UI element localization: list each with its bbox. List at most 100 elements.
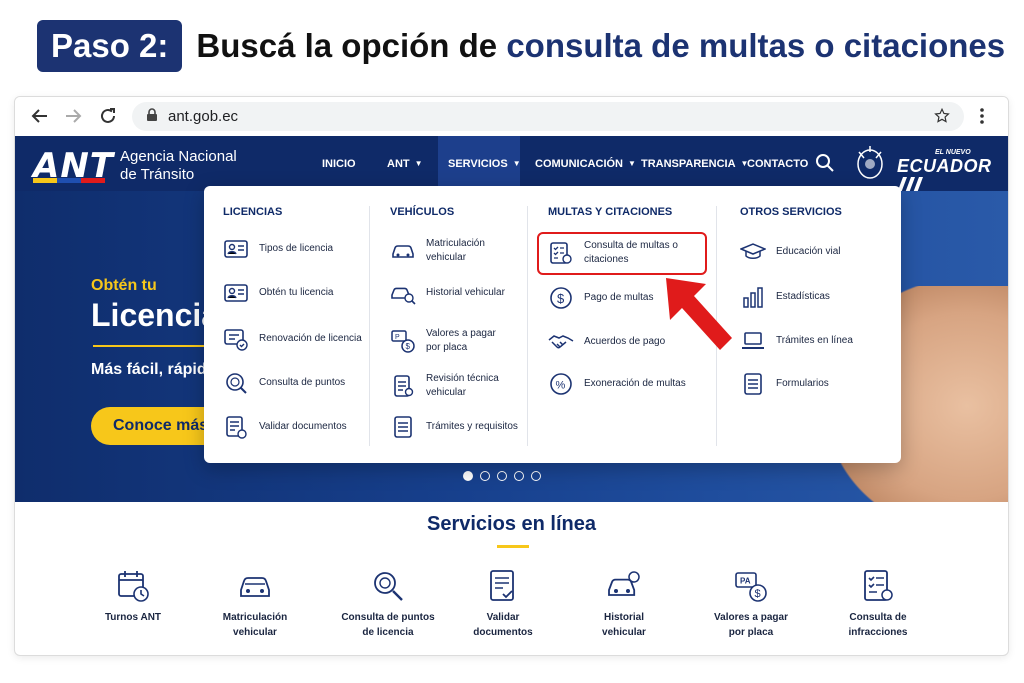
calendar-clock-icon — [118, 571, 149, 602]
bookmark-star-icon[interactable] — [931, 105, 953, 127]
back-icon[interactable] — [29, 105, 51, 127]
points-search-icon — [226, 373, 247, 394]
hero-subtitle: Obtén tu — [91, 277, 157, 294]
service-label-line2: de licencia — [362, 627, 414, 638]
address-bar[interactable]: ant.gob.ec — [132, 102, 964, 131]
menu-dots-icon[interactable] — [971, 105, 993, 127]
service-valores-a-pagar[interactable]: PA $ Valores a pagar por placa — [691, 568, 811, 640]
nav-contacto[interactable]: CONTACTO — [737, 136, 818, 191]
licencias-heading: LICENCIAS — [223, 206, 283, 218]
menu-acuerdos-de-pago[interactable]: Acuerdos de pago — [548, 329, 665, 355]
forward-icon[interactable] — [62, 105, 84, 127]
reload-icon[interactable] — [97, 105, 119, 127]
id-card-icon — [224, 240, 248, 258]
ecuador-small-text: EL NUEVO — [935, 149, 971, 156]
svg-text:PA: PA — [740, 577, 751, 586]
el-nuevo-ecuador-logo: EL NUEVO ECUADOR — [897, 149, 1008, 196]
document-check-icon — [490, 570, 514, 601]
ecuador-big-text: ECUADOR — [897, 156, 992, 176]
graduation-cap-icon — [740, 243, 766, 259]
red-arrow-icon — [666, 278, 732, 350]
menu-item-label: Matriculación vehicular — [426, 237, 485, 265]
menu-item-label: Exoneración de multas — [584, 378, 686, 389]
dollar-circle-icon: $ — [550, 287, 572, 309]
menu-revision-tecnica[interactable]: Revisión técnica vehicular — [390, 372, 499, 400]
citation-list-icon — [864, 570, 893, 601]
service-label: Consulta de puntos de licencia — [328, 610, 448, 640]
form-icon — [744, 373, 762, 395]
menu-validar-documentos[interactable]: Validar documentos — [223, 414, 347, 440]
menu-item-label: Validar documentos — [259, 421, 347, 432]
license-renew-icon — [224, 329, 248, 351]
menu-item-label: Historial vehicular — [426, 287, 505, 298]
carousel-dot[interactable] — [480, 471, 490, 481]
menu-matriculacion-vehicular[interactable]: Matriculación vehicular — [390, 237, 485, 265]
menu-renovacion-de-licencia[interactable]: Renovación de licencia — [223, 326, 362, 352]
bar-chart-icon — [743, 287, 763, 308]
step-header: Paso 2: Buscá la opción de consulta de m… — [37, 20, 1005, 72]
menu-item-label: Pago de multas — [584, 292, 654, 303]
service-label-line2: vehicular — [233, 627, 277, 638]
nav-ant[interactable]: ANT ▼ — [377, 136, 433, 191]
menu-item-label: Formularios — [776, 378, 829, 389]
service-label-line2: infracciones — [848, 627, 908, 638]
menu-obten-tu-licencia[interactable]: Obtén tu licencia — [223, 280, 334, 306]
step-title: Buscá la opción de consulta de multas o … — [196, 27, 1005, 65]
menu-formularios[interactable]: Formularios — [740, 371, 829, 397]
dropdown-divider — [527, 206, 528, 446]
service-label-line1: Consulta de puntos — [341, 612, 435, 623]
menu-item-label: Estadísticas — [776, 291, 830, 302]
service-label-line2: por placa — [728, 627, 774, 638]
service-consulta-infracciones[interactable]: Consulta de infracciones — [818, 568, 938, 640]
percent-badge-icon: % — [550, 373, 572, 395]
document-check-icon — [226, 416, 247, 439]
menu-tramites-y-requisitos[interactable]: Trámites y requisitos — [390, 414, 518, 440]
hero-divider — [93, 345, 213, 347]
menu-item-line2: vehicular — [426, 252, 467, 263]
car-icon — [392, 245, 414, 258]
menu-item-label: Educación vial — [776, 246, 841, 257]
menu-pago-de-multas[interactable]: $ Pago de multas — [548, 285, 654, 311]
car-icon — [240, 577, 270, 597]
carousel-dot[interactable] — [497, 471, 507, 481]
menu-exoneracion-de-multas[interactable]: % Exoneración de multas — [548, 371, 686, 397]
menu-consulta-de-puntos[interactable]: Consulta de puntos — [223, 370, 345, 396]
nav-inicio[interactable]: INICIO — [312, 136, 366, 191]
service-label-line2: documentos — [473, 627, 533, 638]
dropdown-divider — [369, 206, 370, 446]
carousel-dot[interactable] — [463, 471, 473, 481]
service-matriculacion[interactable]: Matriculación vehicular — [195, 568, 315, 640]
laptop-icon — [742, 332, 764, 349]
technical-review-icon — [394, 375, 414, 397]
menu-estadisticas[interactable]: Estadísticas — [740, 284, 830, 310]
carousel-dot[interactable] — [514, 471, 524, 481]
chevron-down-icon: ▼ — [512, 159, 521, 168]
nav-servicios[interactable]: SERVICIOS ▼ — [438, 136, 521, 191]
search-icon[interactable] — [815, 153, 835, 178]
menu-tipos-de-licencia[interactable]: Tipos de licencia — [223, 236, 333, 262]
menu-historial-vehicular[interactable]: Historial vehicular — [390, 280, 505, 306]
handshake-icon — [548, 335, 574, 349]
menu-item-label: Obtén tu licencia — [259, 287, 334, 298]
menu-tramites-en-linea[interactable]: Trámites en línea — [740, 328, 853, 354]
carousel-dot[interactable] — [531, 471, 541, 481]
menu-item-label: Valores a pagar por placa — [426, 327, 496, 355]
multas-heading: MULTAS Y CITACIONES — [548, 206, 673, 218]
service-label-line1: Matriculación — [222, 612, 288, 623]
service-validar-documentos[interactable]: Validar documentos — [443, 568, 563, 640]
menu-valores-a-pagar[interactable]: P $ Valores a pagar por placa — [390, 327, 496, 355]
browser-toolbar: ant.gob.ec — [15, 97, 1008, 136]
nav-contacto-label: CONTACTO — [747, 157, 809, 170]
service-turnos-ant[interactable]: Turnos ANT — [73, 568, 193, 625]
nav-comunicacion[interactable]: COMUNICACIÓN ▼ — [525, 136, 646, 191]
lock-icon — [146, 107, 158, 126]
service-label: Consulta de infracciones — [818, 610, 938, 640]
service-historial-vehicular[interactable]: Historial vehicular — [564, 568, 684, 640]
otros-servicios-heading: OTROS SERVICIOS — [740, 206, 842, 218]
menu-item-line1: Valores a pagar — [426, 328, 496, 339]
menu-educacion-vial[interactable]: Educación vial — [740, 239, 840, 265]
nav-transparencia-label: TRANSPARENCIA — [641, 157, 736, 170]
menu-item-label: Renovación de licencia — [259, 333, 362, 344]
svg-text:P: P — [395, 334, 400, 341]
service-consulta-puntos[interactable]: Consulta de puntos de licencia — [328, 568, 448, 640]
